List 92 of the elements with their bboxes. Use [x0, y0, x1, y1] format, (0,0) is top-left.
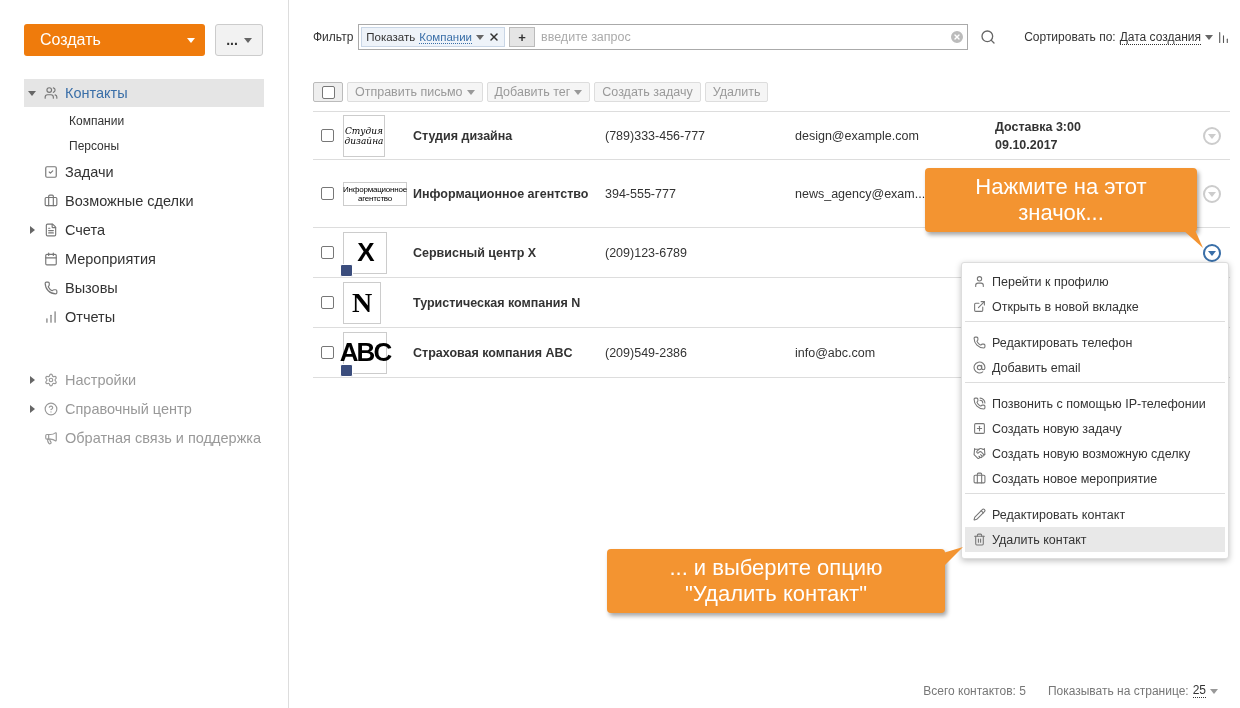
task-text: Доставка 3:00	[995, 119, 1082, 134]
at-sign-icon	[973, 361, 986, 374]
filter-label: Фильтр	[313, 30, 354, 44]
caret-icon	[466, 88, 475, 96]
menu-item[interactable]: Открыть в новой вкладке	[965, 294, 1225, 319]
caret-icon	[243, 36, 252, 44]
company-name[interactable]: Студия дизайна	[413, 128, 513, 143]
search-icon[interactable]	[980, 29, 997, 45]
company-logo: Информационное агентство	[343, 181, 407, 206]
company-logo: N	[343, 281, 381, 324]
menu-item[interactable]: Редактировать телефон	[965, 330, 1225, 355]
remove-icon[interactable]	[488, 31, 501, 43]
row-checkbox[interactable]	[321, 296, 334, 309]
phone-call-icon	[973, 397, 986, 410]
phone-cell: (209)549-2386	[605, 345, 687, 360]
megaphone-icon	[44, 431, 58, 445]
person-icon	[973, 275, 986, 288]
total-count: Всего контактов: 5	[923, 683, 1026, 698]
phone-cell: (789)333-456-777	[605, 128, 706, 143]
trash-icon	[973, 533, 986, 546]
add-filter-button[interactable]: +	[509, 27, 536, 47]
row-checkbox[interactable]	[321, 246, 334, 259]
email-cell: info@abc.com	[795, 345, 876, 360]
caret-icon	[28, 89, 36, 97]
select-all-checkbox[interactable]	[313, 82, 343, 102]
phone-icon	[44, 281, 58, 295]
caret-icon	[28, 405, 36, 413]
caret-icon	[476, 33, 485, 41]
sort-label: Сортировать по:	[1024, 30, 1116, 44]
phone-icon	[973, 336, 986, 349]
company-name[interactable]: Страховая компания ABC	[413, 345, 573, 360]
menu-item[interactable]: Удалить контакт	[965, 527, 1225, 552]
filter-tag[interactable]: Показать Компании	[361, 27, 506, 47]
row-checkbox[interactable]	[321, 187, 334, 200]
menu-item[interactable]: Перейти к профилю	[965, 269, 1225, 294]
row-checkbox[interactable]	[321, 346, 334, 359]
gear-icon	[44, 373, 58, 387]
checkbox-icon	[44, 165, 58, 179]
users-icon	[44, 86, 58, 100]
phone-cell: (209)123-6789	[605, 245, 687, 260]
email-cell: news_agency@exam...	[795, 186, 926, 201]
nav-item[interactable]: Задачи	[24, 158, 264, 186]
menu-item[interactable]: Создать новую задачу	[965, 416, 1225, 441]
nav-subitem[interactable]: Персоны	[24, 133, 264, 158]
task-text: 09.10.2017	[995, 137, 1059, 152]
plus-square-icon	[973, 422, 986, 435]
more-button[interactable]: ...	[215, 24, 263, 56]
company-name[interactable]: Туристическая компания N	[413, 295, 581, 310]
bar-chart-icon	[44, 310, 58, 324]
nav-item[interactable]: Контакты	[24, 79, 264, 107]
new-tab-icon	[973, 300, 986, 313]
company-name[interactable]: Сервисный центр X	[413, 245, 537, 260]
nav-item[interactable]: Отчеты	[24, 303, 264, 331]
callout-pointer	[1183, 230, 1205, 250]
caret-icon	[187, 36, 195, 44]
calendar-icon	[44, 252, 58, 266]
per-page-label: Показывать на странице:	[1047, 683, 1189, 698]
menu-item[interactable]: Редактировать контакт	[965, 502, 1225, 527]
nav-item[interactable]: Возможные сделки	[24, 187, 264, 215]
per-page-select[interactable]: 25	[1192, 683, 1206, 698]
briefcase-icon	[44, 194, 58, 208]
menu-item[interactable]: Создать новую возможную сделку	[965, 441, 1225, 466]
callout: Нажмите на этот значок...	[925, 168, 1197, 232]
email-cell: design@example.com	[795, 128, 919, 143]
document-icon	[44, 223, 58, 237]
sort-order-icon[interactable]	[1217, 30, 1230, 44]
sort-link[interactable]: Дата создания	[1119, 29, 1201, 45]
callout: ... и выберите опцию "Удалить контакт"	[607, 549, 945, 613]
company-name[interactable]: Информационное агентство	[413, 186, 589, 201]
nav-item[interactable]: Мероприятия	[24, 245, 264, 273]
menu-item[interactable]: Добавить email	[965, 355, 1225, 380]
handshake-icon	[973, 447, 986, 460]
row-menu-icon[interactable]	[1202, 242, 1222, 263]
company-logo: Студия дизайна	[343, 114, 385, 157]
caret-icon	[1210, 686, 1218, 695]
phone-cell: 394-555-777	[605, 186, 676, 201]
menu-item[interactable]: Позвонить с помощью IP-телефонии	[965, 391, 1225, 416]
caret-icon	[28, 226, 36, 234]
briefcase-icon	[973, 472, 986, 485]
caret-icon	[28, 376, 36, 384]
caret-icon	[574, 88, 583, 96]
pencil-icon	[973, 508, 986, 521]
question-icon	[44, 402, 58, 416]
filter-field[interactable]: Показать Компании + введите запрос	[358, 24, 969, 50]
row-checkbox[interactable]	[321, 129, 334, 142]
callout-pointer	[943, 547, 965, 569]
nav-subitem[interactable]: Компании	[24, 108, 264, 133]
nav-item[interactable]: Вызовы	[24, 274, 264, 302]
menu-item[interactable]: Создать новое мероприятие	[965, 466, 1225, 491]
company-logo: X	[343, 231, 387, 274]
nav-item[interactable]: Счета	[24, 216, 264, 244]
caret-icon	[1205, 33, 1213, 41]
